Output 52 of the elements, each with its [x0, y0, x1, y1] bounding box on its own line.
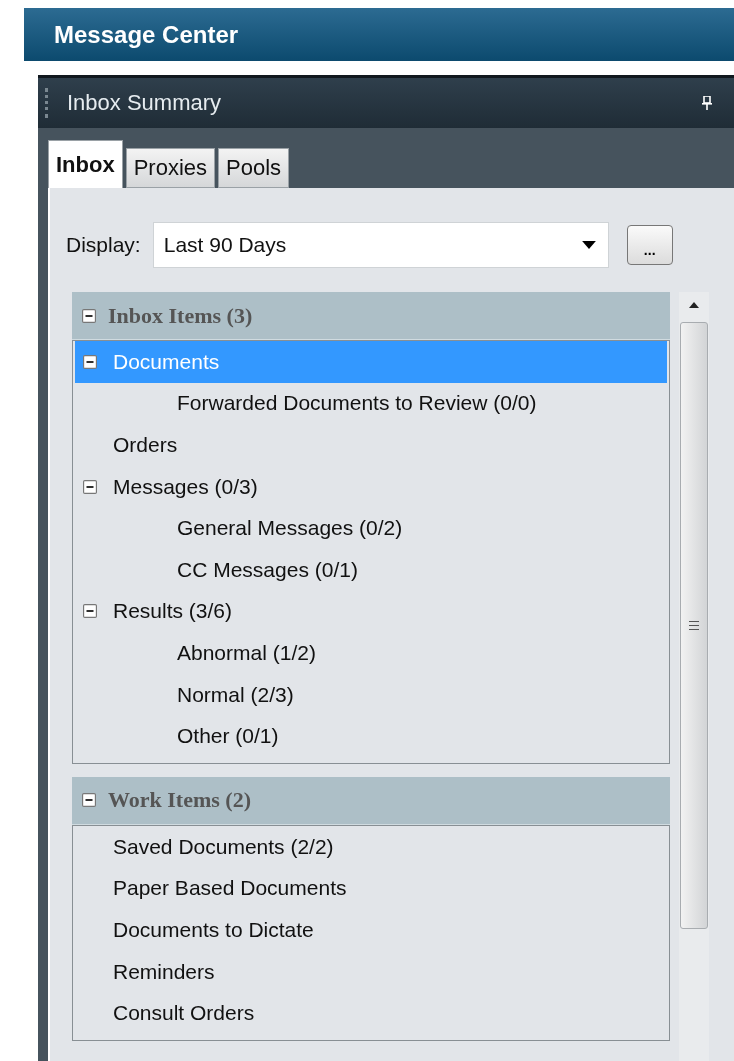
- item-label: Results (3/6): [113, 599, 233, 624]
- tree-item[interactable]: Normal (2/3): [75, 673, 667, 716]
- tree-item[interactable]: Forwarded Documents to Review (0/0): [75, 382, 667, 425]
- tree-item[interactable]: Results (3/6): [75, 590, 667, 633]
- item-label: CC Messages (0/1): [177, 557, 358, 582]
- item-label: Normal (2/3): [177, 682, 294, 707]
- collapse-icon[interactable]: [83, 479, 97, 494]
- scroll-up-icon[interactable]: [689, 302, 699, 308]
- collapse-icon[interactable]: [83, 354, 97, 369]
- item-label: Documents to Dictate: [113, 917, 314, 942]
- item-label: Forwarded Documents to Review (0/0): [177, 391, 537, 416]
- item-label: Documents: [113, 349, 220, 374]
- collapse-icon[interactable]: [82, 793, 96, 808]
- window-title: Message Center: [54, 20, 239, 49]
- tree-item[interactable]: Consult Orders: [75, 992, 667, 1034]
- tree-item[interactable]: Paper Based Documents: [75, 867, 667, 910]
- tab[interactable]: Inbox: [48, 140, 123, 188]
- display-label: Display:: [66, 233, 141, 257]
- section-title: Work Items (2): [108, 787, 251, 814]
- item-label: Other (0/1): [177, 724, 279, 749]
- grip-icon[interactable]: [45, 88, 51, 118]
- tab[interactable]: Pools: [218, 148, 290, 188]
- tab[interactable]: Proxies: [125, 148, 216, 188]
- more-button[interactable]: ...: [626, 225, 673, 265]
- item-label: Reminders: [113, 959, 215, 984]
- tree-item[interactable]: CC Messages (0/1): [75, 548, 667, 591]
- tree-item[interactable]: General Messages (0/2): [75, 507, 667, 549]
- tree-item[interactable]: Reminders: [75, 950, 667, 993]
- scrollbar[interactable]: [679, 292, 709, 1061]
- section-header[interactable]: Inbox Items (3): [72, 292, 670, 340]
- section-header[interactable]: Work Items (2): [72, 776, 670, 825]
- tree-item[interactable]: Saved Documents (2/2): [75, 825, 667, 868]
- section-title: Inbox Items (3): [108, 302, 253, 329]
- item-label: Orders: [113, 433, 178, 457]
- tree-item[interactable]: Other (0/1): [75, 715, 667, 757]
- tree-item[interactable]: Messages (0/3): [75, 465, 667, 508]
- item-label: Abnormal (1/2): [177, 640, 316, 665]
- collapse-icon[interactable]: [82, 308, 96, 323]
- scroll-thumb[interactable]: [680, 322, 708, 929]
- tree-item[interactable]: Orders: [75, 424, 667, 466]
- pin-icon[interactable]: [702, 96, 712, 110]
- display-dropdown[interactable]: Last 90 Days: [152, 222, 609, 268]
- item-label: General Messages (0/2): [177, 516, 403, 541]
- tree-item[interactable]: Documents to Dictate: [75, 909, 667, 951]
- caret-icon: [581, 241, 596, 249]
- item-label: Messages (0/3): [113, 474, 258, 499]
- item-label: Saved Documents (2/2): [113, 834, 334, 859]
- panel-title: Inbox Summary: [67, 90, 223, 116]
- item-label: Consult Orders: [113, 1001, 255, 1026]
- collapse-icon[interactable]: [83, 604, 97, 619]
- item-label: Paper Based Documents: [113, 876, 347, 901]
- tree-item[interactable]: Abnormal (1/2): [75, 632, 667, 674]
